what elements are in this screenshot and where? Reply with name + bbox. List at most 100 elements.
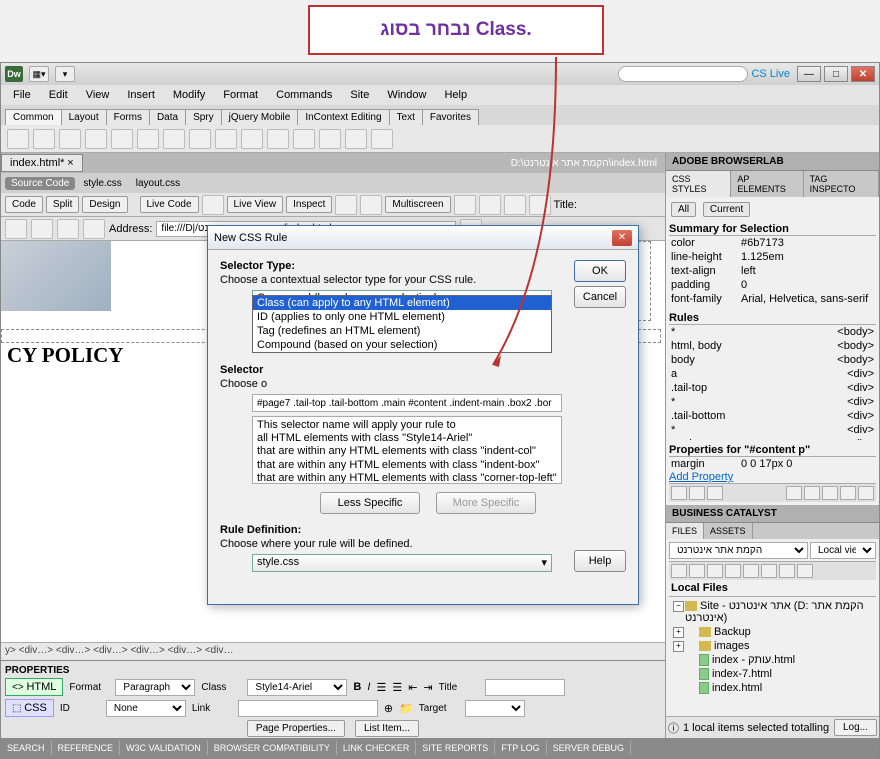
site-select[interactable]: הקמת אתר אינטרנט — [669, 542, 808, 559]
target-select[interactable] — [465, 700, 525, 717]
link-browse-icon[interactable]: 📁 — [399, 702, 413, 715]
selector-type-option-id[interactable]: ID (applies to only one HTML element) — [253, 310, 551, 324]
refresh-icon[interactable] — [689, 564, 705, 578]
show-set-icon[interactable] — [707, 486, 723, 500]
browser-icon[interactable] — [335, 195, 357, 215]
list-item-button[interactable]: List Item... — [355, 720, 419, 737]
link-point-icon[interactable]: ⊕ — [384, 702, 393, 715]
tree-root[interactable]: Site - אתר אינטרנט (D: הקמת אתר אינטרנט) — [671, 599, 874, 625]
insert-tab-incontext[interactable]: InContext Editing — [297, 109, 389, 125]
hyperlink-icon[interactable] — [7, 129, 29, 149]
delete-icon[interactable] — [858, 486, 874, 500]
menu-format[interactable]: Format — [215, 87, 266, 103]
log-button[interactable]: Log... — [834, 719, 877, 736]
format-select[interactable]: Paragraph — [115, 679, 195, 696]
related-file[interactable]: style.css — [77, 177, 127, 190]
split-view-button[interactable]: Split — [46, 196, 79, 213]
tree-folder[interactable]: Backup — [671, 625, 874, 639]
files-tree[interactable]: Site - אתר אינטרנט (D: הקמת אתר אינטרנט)… — [669, 597, 876, 697]
outdent-icon[interactable]: ⇤ — [408, 681, 417, 694]
insert-tab-text[interactable]: Text — [389, 109, 423, 125]
home-icon[interactable] — [83, 219, 105, 239]
script-icon[interactable] — [319, 129, 341, 149]
tag-selector-bar[interactable]: y> <div…> <div…> <div…> <div…> <div…> <d… — [1, 642, 665, 660]
related-file[interactable]: layout.css — [130, 177, 186, 190]
cslive-link[interactable]: CS Live — [751, 68, 790, 80]
business-catalyst-header[interactable]: BUSINESS CATALYST — [666, 505, 879, 523]
tag-chooser-icon[interactable] — [371, 129, 393, 149]
back-icon[interactable] — [5, 219, 27, 239]
checkout-icon[interactable] — [743, 564, 759, 578]
close-button[interactable]: ✕ — [851, 66, 875, 82]
cancel-button[interactable]: Cancel — [574, 286, 626, 308]
status-server-debug[interactable]: SERVER DEBUG — [547, 741, 631, 755]
indent-icon[interactable]: ⇥ — [423, 681, 432, 694]
show-list-icon[interactable] — [689, 486, 705, 500]
menu-modify[interactable]: Modify — [165, 87, 213, 103]
head-icon[interactable] — [293, 129, 315, 149]
selector-type-option-class[interactable]: Class (can apply to any HTML element) — [253, 296, 551, 310]
page-properties-button[interactable]: Page Properties... — [247, 720, 345, 737]
tree-folder[interactable]: images — [671, 639, 874, 653]
document-tab[interactable]: index.html* × — [1, 154, 83, 172]
widget-icon[interactable] — [189, 129, 211, 149]
tree-file[interactable]: index-7.html — [671, 667, 874, 681]
menu-commands[interactable]: Commands — [268, 87, 340, 103]
current-button[interactable]: Current — [703, 202, 750, 217]
css-mode-button[interactable]: ⬚ CSS — [5, 699, 54, 717]
new-rule-icon[interactable] — [804, 486, 820, 500]
tree-file[interactable]: index - עותק.html — [671, 653, 874, 667]
attach-stylesheet-icon[interactable] — [786, 486, 802, 500]
show-category-icon[interactable] — [671, 486, 687, 500]
live-view-button[interactable]: Live View — [227, 196, 284, 213]
insert-tab-data[interactable]: Data — [149, 109, 186, 125]
list-icon[interactable]: ☰ — [376, 681, 386, 694]
code-view-button[interactable]: Code — [5, 196, 43, 213]
class-select[interactable]: Style14-Ariel — [247, 679, 347, 696]
insert-tab-forms[interactable]: Forms — [106, 109, 150, 125]
get-icon[interactable] — [707, 564, 723, 578]
menu-edit[interactable]: Edit — [41, 87, 76, 103]
italic-icon[interactable]: I — [367, 681, 370, 693]
insert-tab-favorites[interactable]: Favorites — [422, 109, 479, 125]
forward-icon[interactable] — [31, 219, 53, 239]
date-icon[interactable] — [215, 129, 237, 149]
status-w3c[interactable]: W3C VALIDATION — [120, 741, 208, 755]
menu-help[interactable]: Help — [436, 87, 475, 103]
less-specific-button[interactable]: Less Specific — [320, 492, 420, 514]
preview-icon[interactable] — [454, 195, 476, 215]
more-specific-button[interactable]: More Specific — [436, 492, 536, 514]
files-tab[interactable]: FILES — [666, 523, 704, 539]
status-link-checker[interactable]: LINK CHECKER — [337, 741, 417, 755]
title-input[interactable] — [485, 679, 565, 696]
dialog-titlebar[interactable]: New CSS Rule ✕ — [208, 226, 638, 250]
selector-name-input[interactable] — [252, 394, 562, 412]
layout-menu-icon[interactable]: ▦▾ — [29, 66, 49, 82]
status-site-reports[interactable]: SITE REPORTS — [416, 741, 495, 755]
status-reference[interactable]: REFERENCE — [52, 741, 121, 755]
inspect-button[interactable]: Inspect — [286, 196, 332, 213]
insert-tab-jquery[interactable]: jQuery Mobile — [221, 109, 299, 125]
design-view-button[interactable]: Design — [82, 196, 127, 213]
menu-view[interactable]: View — [78, 87, 118, 103]
expand-icon[interactable] — [797, 564, 813, 578]
id-select[interactable]: None — [106, 700, 186, 717]
status-ftp-log[interactable]: FTP LOG — [495, 741, 546, 755]
status-search[interactable]: SEARCH — [1, 741, 52, 755]
insert-div-icon[interactable] — [111, 129, 133, 149]
checkin-icon[interactable] — [761, 564, 777, 578]
html-mode-button[interactable]: <> HTML — [5, 678, 63, 696]
menu-insert[interactable]: Insert — [119, 87, 163, 103]
media-icon[interactable] — [163, 129, 185, 149]
put-icon[interactable] — [725, 564, 741, 578]
assets-tab[interactable]: ASSETS — [704, 523, 753, 539]
rule-definition-combo[interactable]: style.css — [252, 554, 552, 572]
maximize-button[interactable]: □ — [824, 66, 848, 82]
view-select[interactable]: Local view — [810, 542, 876, 559]
extend-menu-icon[interactable]: ▾ — [55, 66, 75, 82]
email-link-icon[interactable] — [33, 129, 55, 149]
insert-tab-layout[interactable]: Layout — [61, 109, 107, 125]
named-anchor-icon[interactable] — [59, 129, 81, 149]
close-tab-icon[interactable]: × — [67, 157, 73, 169]
templates-icon[interactable] — [345, 129, 367, 149]
